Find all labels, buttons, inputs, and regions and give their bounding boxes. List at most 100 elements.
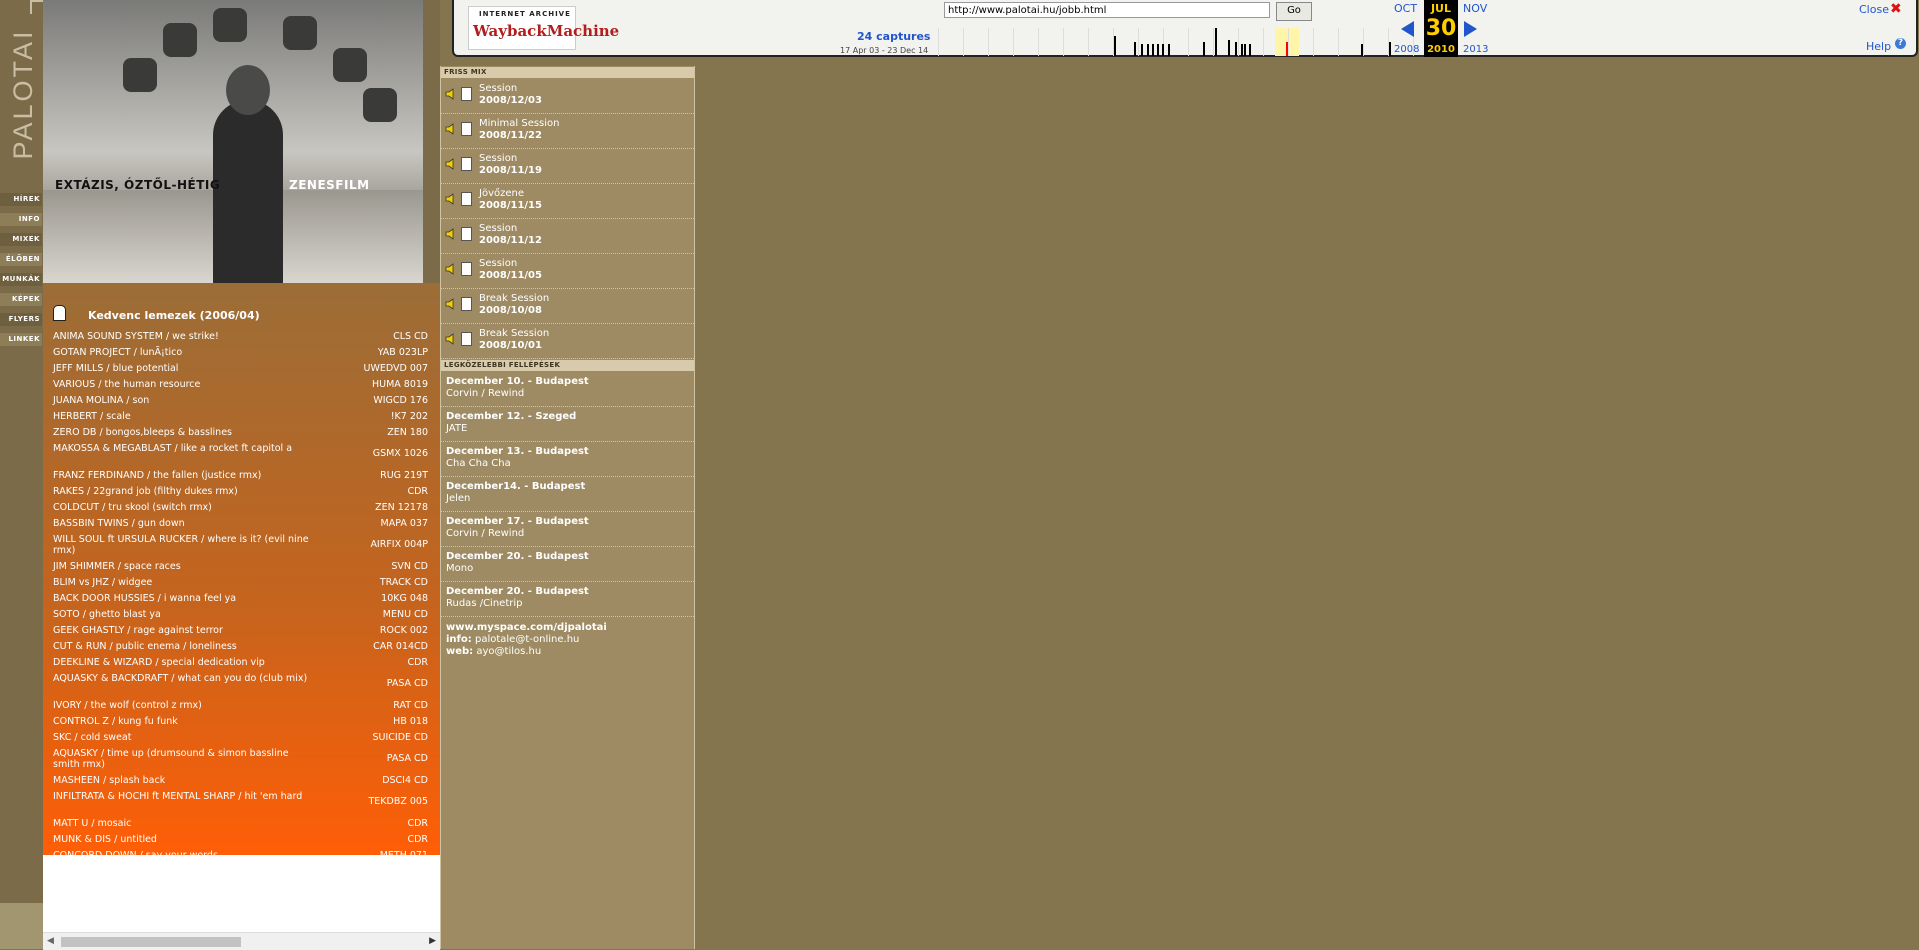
photo-person-head <box>226 65 270 115</box>
sparkline-year-cell[interactable] <box>963 28 964 56</box>
nav-item-flyers[interactable]: FLYERS <box>0 313 42 326</box>
mix-item[interactable]: Minimal Session 2008/11/22 <box>441 114 694 149</box>
captures-link[interactable]: 24 captures <box>857 30 930 43</box>
document-icon[interactable] <box>461 332 472 346</box>
close-link[interactable]: Close <box>1859 3 1889 16</box>
mix-item[interactable]: Session 2008/11/19 <box>441 149 694 184</box>
speaker-icon[interactable] <box>445 333 457 345</box>
record-catalog: WIGCD 176 <box>373 395 428 406</box>
jumper-figure <box>333 48 367 82</box>
record-title: AQUASKY / time up (drumsound & simon bas… <box>53 748 289 770</box>
record-title: BLIM vs JHZ / widgee <box>53 577 153 588</box>
record-catalog: RUG 219T <box>380 470 428 481</box>
sparkline-year-cell[interactable] <box>1013 28 1014 56</box>
sparkline-year-cell[interactable] <box>938 28 939 56</box>
mix-name: Break Session <box>479 293 550 304</box>
gig-venue: JATE <box>446 423 468 434</box>
sparkline-year-cell[interactable] <box>1088 28 1089 56</box>
next-capture-arrow-icon[interactable] <box>1464 21 1477 37</box>
record-title: WILL SOUL ft URSULA RUCKER / where is it… <box>53 534 309 556</box>
mix-item[interactable]: Break Session 2008/10/08 <box>441 289 694 324</box>
record-catalog: 10KG 048 <box>381 593 428 604</box>
horizontal-scrollbar[interactable]: ◀ ▶ <box>43 932 440 950</box>
sparkline-year-cell[interactable] <box>1263 28 1264 56</box>
next-month-link[interactable]: NOV <box>1463 2 1487 15</box>
sparkline-year-cell[interactable] <box>1213 28 1214 56</box>
nav-item-label: MIXEK <box>12 235 40 243</box>
mix-item[interactable]: Session 2008/11/12 <box>441 219 694 254</box>
record-catalog: ZEN 12178 <box>375 502 428 513</box>
wayback-logo[interactable]: INTERNET ARCHIVE WaybackMachine <box>468 6 619 50</box>
speaker-icon[interactable] <box>445 228 457 240</box>
url-input[interactable]: http://www.palotai.hu/jobb.html <box>944 2 1270 18</box>
document-icon[interactable] <box>461 87 472 101</box>
speaker-icon[interactable] <box>445 263 457 275</box>
sparkline-year-cell[interactable] <box>1238 28 1239 56</box>
sparkline-year-cell[interactable] <box>1363 28 1364 56</box>
mixes-header: FRISS MIX <box>441 67 694 78</box>
go-button[interactable]: Go <box>1276 2 1312 21</box>
speaker-icon[interactable] <box>445 193 457 205</box>
gig-item: December 20. - Budapest Rudas /Cinetrip <box>441 582 694 617</box>
sparkline-year-cell[interactable] <box>1288 28 1289 56</box>
help-link[interactable]: Help <box>1866 40 1891 53</box>
prev-year-link[interactable]: 2008 <box>1394 44 1419 55</box>
sparkline-year-cell[interactable] <box>1038 28 1039 56</box>
speaker-icon[interactable] <box>445 123 457 135</box>
scrollbar-thumb[interactable] <box>61 937 241 947</box>
prev-month-link[interactable]: OCT <box>1394 2 1417 15</box>
next-year-link[interactable]: 2013 <box>1463 44 1488 55</box>
sparkline-year-cell[interactable] <box>1138 28 1139 56</box>
speaker-icon[interactable] <box>445 298 457 310</box>
scroll-left-icon[interactable]: ◀ <box>47 936 54 946</box>
sparkline-year-cell[interactable] <box>1063 28 1064 56</box>
tilos-radio-logo[interactable] <box>0 903 43 949</box>
speaker-icon[interactable] <box>445 88 457 100</box>
record-title: HERBERT / scale <box>53 411 131 422</box>
close-icon[interactable]: ✖ <box>1890 1 1902 17</box>
capture-sparkline[interactable] <box>938 28 1464 56</box>
sparkline-capture-bar <box>1147 44 1149 56</box>
document-icon[interactable] <box>461 262 472 276</box>
help-icon[interactable]: ? <box>1895 38 1906 49</box>
gig-date-city: December 12. - Szeged <box>446 411 577 422</box>
nav-item-info[interactable]: INFO <box>0 213 42 226</box>
record-catalog: CAR 014CD <box>373 641 428 652</box>
mix-date: 2008/10/08 <box>479 305 542 316</box>
document-icon[interactable] <box>461 157 472 171</box>
sparkline-year-cell[interactable] <box>1313 28 1314 56</box>
site-logo[interactable]: PALOTAI <box>0 0 44 190</box>
mix-item[interactable]: Session 2008/12/03 <box>441 79 694 114</box>
nav-item-eloben[interactable]: ÉLŐBEN <box>0 253 42 266</box>
record-catalog: MENU CD <box>382 609 428 620</box>
nav-item-kepek[interactable]: KÉPEK <box>0 293 42 306</box>
document-icon[interactable] <box>461 297 472 311</box>
record-title: ZERO DB / bongos,bleeps & basslines <box>53 427 232 438</box>
mix-item[interactable]: Jövőzene 2008/11/15 <box>441 184 694 219</box>
document-icon[interactable] <box>461 192 472 206</box>
nav-item-munkak[interactable]: MUNKÁK <box>0 273 42 286</box>
nav-item-linkek[interactable]: LINKEK <box>0 333 42 346</box>
record-title: GEEK GHASTLY / rage against terror <box>53 625 223 636</box>
record-catalog: TEKDBZ 005 <box>368 796 428 807</box>
sparkline-year-cell[interactable] <box>988 28 989 56</box>
mix-item[interactable]: Session 2008/11/05 <box>441 254 694 289</box>
document-icon[interactable] <box>461 122 472 136</box>
record-title: AQUASKY & BACKDRAFT / what can you do (c… <box>53 673 308 684</box>
mix-item[interactable]: Break Session 2008/10/01 <box>441 324 694 359</box>
nav-item-mixek[interactable]: MIXEK <box>0 233 42 246</box>
sparkline-year-cell[interactable] <box>1338 28 1339 56</box>
web-email[interactable]: ayo@tilos.hu <box>476 646 541 657</box>
nav-item-hirek[interactable]: HÍREK <box>0 193 42 206</box>
myspace-link[interactable]: www.myspace.com/djpalotai <box>446 622 607 633</box>
mix-date: 2008/11/22 <box>479 130 542 141</box>
sparkline-capture-bar <box>1215 28 1217 56</box>
scroll-right-icon[interactable]: ▶ <box>429 936 436 946</box>
speaker-icon[interactable] <box>445 158 457 170</box>
jumper-figure <box>363 88 397 122</box>
document-icon[interactable] <box>461 227 472 241</box>
wayback-logo-main: WaybackMachine <box>473 22 620 40</box>
prev-capture-arrow-icon[interactable] <box>1401 21 1414 37</box>
info-email[interactable]: palotale@t-online.hu <box>475 634 579 645</box>
sparkline-year-cell[interactable] <box>1188 28 1189 56</box>
